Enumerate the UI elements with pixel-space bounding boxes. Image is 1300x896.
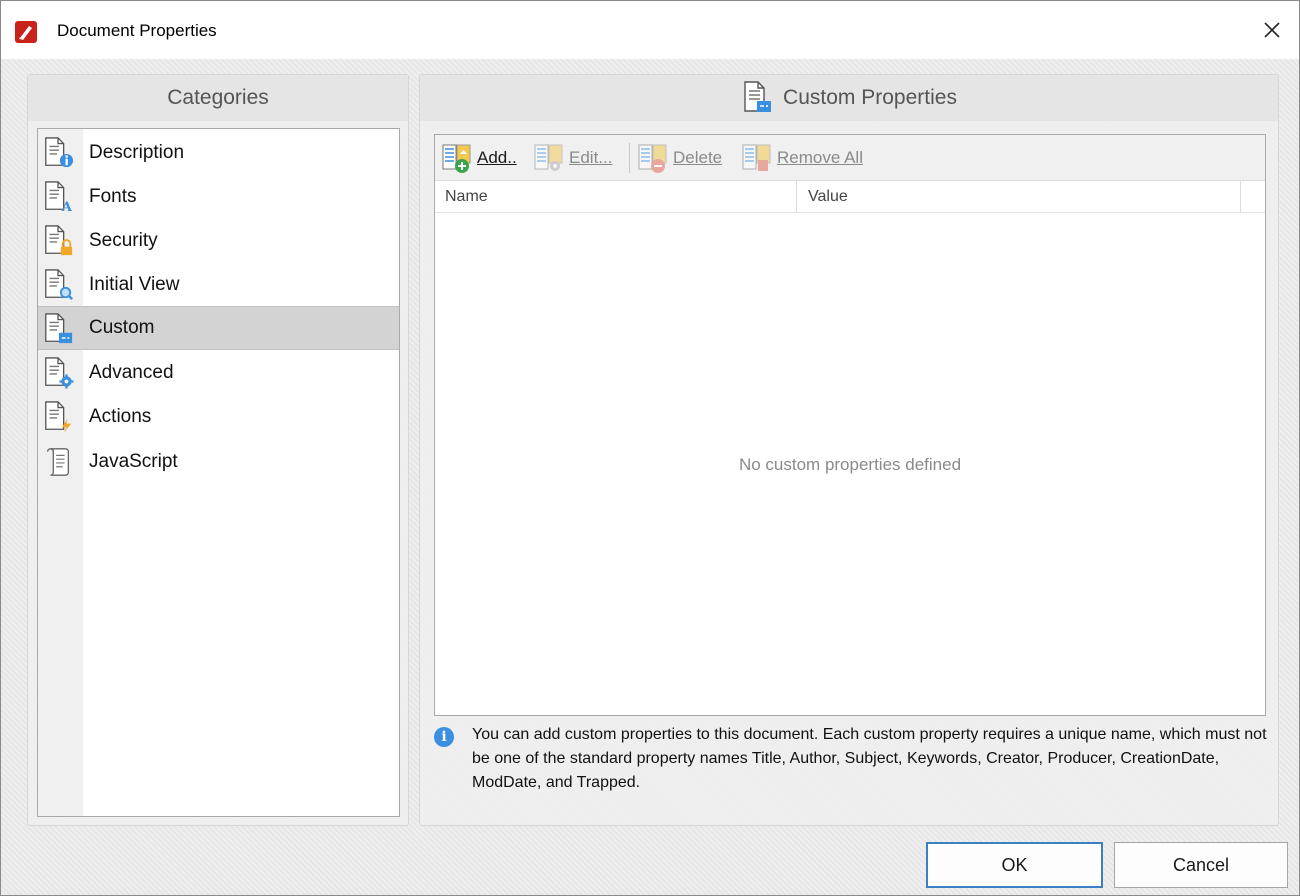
category-label: Security xyxy=(89,230,158,251)
add-label: Add.. xyxy=(477,148,517,167)
document-properties-dialog: Document Properties Categories Descripti… xyxy=(0,0,1300,896)
column-name-header[interactable]: Name xyxy=(445,188,488,206)
category-label: Actions xyxy=(89,406,152,427)
info-text: You can add custom properties to this do… xyxy=(472,726,1267,791)
category-item-initial-view[interactable]: Initial View xyxy=(38,263,399,307)
cancel-button[interactable]: Cancel xyxy=(1114,842,1288,888)
category-label: Advanced xyxy=(89,362,174,383)
categories-header: Categories xyxy=(28,75,408,121)
edit-property-icon xyxy=(534,144,563,171)
ok-button[interactable]: OK xyxy=(926,842,1103,888)
add-property-icon xyxy=(442,144,471,173)
custom-properties-panel: Custom Properties Add.. Edit... Delete R… xyxy=(419,74,1279,826)
grid-toolbar: Add.. Edit... Delete Remove All xyxy=(435,135,1265,181)
document-custom-icon xyxy=(45,313,73,344)
category-item-actions[interactable]: Actions xyxy=(38,395,399,439)
edit-label: Edit... xyxy=(569,148,613,167)
category-label: JavaScript xyxy=(89,451,178,472)
scroll-script-icon xyxy=(46,448,70,476)
info-icon: i xyxy=(434,727,454,747)
category-item-advanced[interactable]: Advanced xyxy=(38,351,399,395)
delete-button[interactable]: Delete xyxy=(637,141,722,175)
grid-column-header: Name Value xyxy=(435,181,1265,213)
custom-properties-header: Custom Properties xyxy=(420,75,1278,121)
app-logo-icon xyxy=(15,21,37,43)
document-lock-icon xyxy=(45,225,73,256)
add-button[interactable]: Add.. xyxy=(441,141,517,175)
empty-grid-message: No custom properties defined xyxy=(738,455,962,474)
document-magnifier-icon xyxy=(45,269,73,300)
category-label: Description xyxy=(89,142,185,163)
category-item-security[interactable]: Security xyxy=(38,219,399,263)
column-value-header[interactable]: Value xyxy=(808,188,848,206)
close-icon xyxy=(1264,22,1280,38)
document-lightning-icon xyxy=(45,401,72,433)
remove-all-label: Remove All xyxy=(777,148,863,167)
delete-label: Delete xyxy=(673,148,723,167)
category-item-custom[interactable]: Custom xyxy=(38,306,399,350)
svg-text:A: A xyxy=(61,200,73,213)
categories-panel: Categories Description A Fonts Security Init… xyxy=(27,74,409,826)
document-gear-icon xyxy=(45,357,74,389)
delete-property-icon xyxy=(638,144,667,173)
categories-list[interactable]: Description A Fonts Security Initial View Cus… xyxy=(37,128,400,817)
document-info-icon xyxy=(45,137,74,168)
title-bar: Document Properties xyxy=(1,1,1299,59)
category-label: Fonts xyxy=(89,186,137,207)
close-button[interactable] xyxy=(1257,15,1287,45)
window-title: Document Properties xyxy=(57,21,217,40)
custom-properties-grid: Add.. Edit... Delete Remove All Name Val… xyxy=(434,134,1266,716)
remove-all-button[interactable]: Remove All xyxy=(741,141,863,175)
category-item-description[interactable]: Description xyxy=(38,131,399,175)
document-custom-icon xyxy=(744,81,772,112)
column-divider[interactable] xyxy=(796,181,797,213)
category-item-fonts[interactable]: A Fonts xyxy=(38,175,399,219)
toolbar-separator xyxy=(629,143,630,173)
edit-button[interactable]: Edit... xyxy=(533,141,612,175)
category-label: Custom xyxy=(89,317,155,338)
document-font-icon: A xyxy=(45,181,73,213)
remove-all-icon xyxy=(742,144,771,171)
cancel-label: Cancel xyxy=(1172,854,1230,875)
custom-properties-title: Custom Properties xyxy=(783,86,957,109)
column-divider[interactable] xyxy=(1240,181,1241,213)
category-label: Initial View xyxy=(89,274,180,295)
category-item-javascript[interactable]: JavaScript xyxy=(38,440,399,484)
ok-label: OK xyxy=(1001,854,1028,875)
